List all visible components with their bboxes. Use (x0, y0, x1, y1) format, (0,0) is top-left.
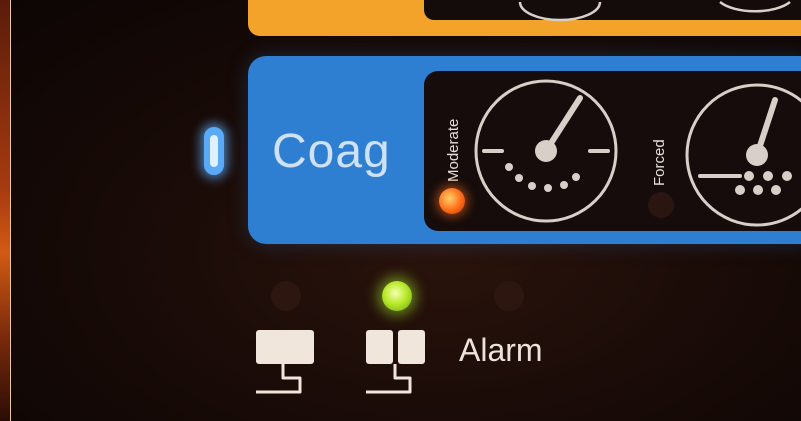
moderate-dial-icon (474, 79, 618, 223)
top-dial-2-icon (719, 1, 791, 13)
forced-dial-icon (685, 83, 801, 227)
single-pedal-footswitch-icon (256, 330, 314, 394)
double-pedal-footswitch-icon (366, 330, 425, 394)
top-dial-1-icon (518, 1, 602, 22)
panel-graphics (256, 1, 801, 394)
footswitch-1-indicator-led (271, 281, 301, 311)
footswitch-2-indicator-led (382, 281, 412, 311)
alarm-indicator-led (494, 281, 524, 311)
alarm-label: Alarm (459, 332, 543, 368)
